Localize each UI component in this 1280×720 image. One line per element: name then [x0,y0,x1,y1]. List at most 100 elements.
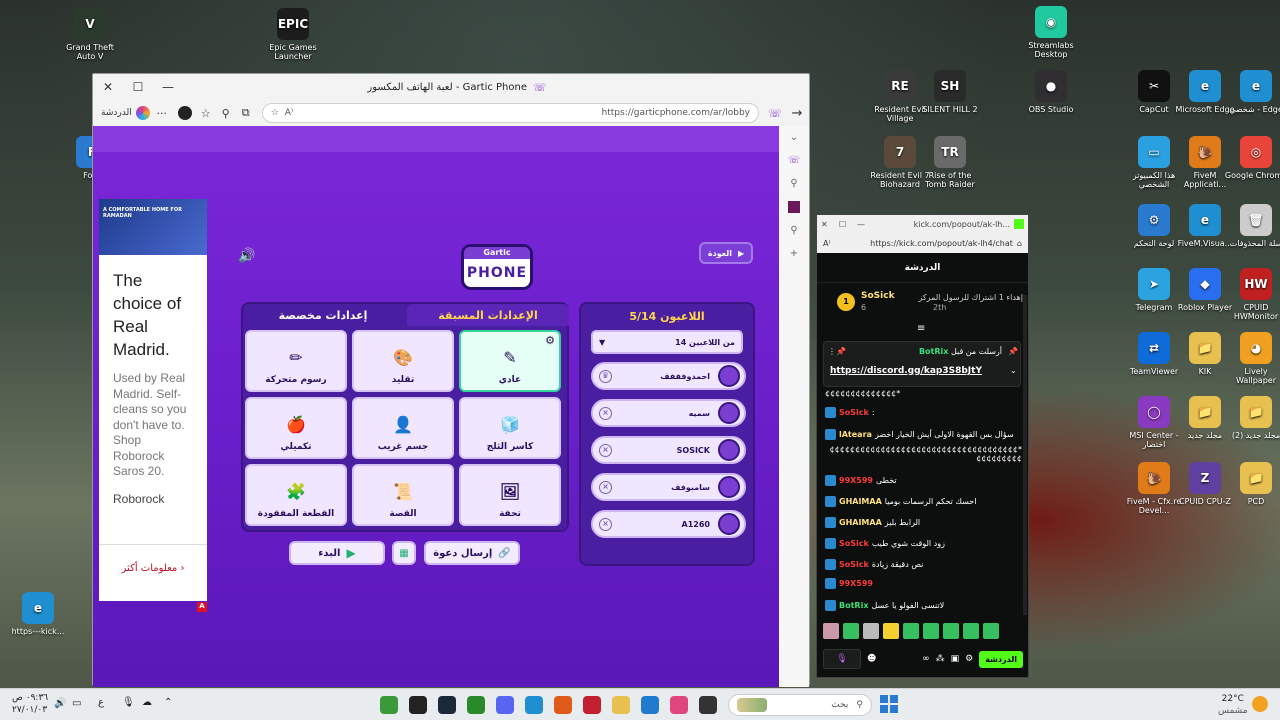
invite-button[interactable]: إرسال دعوة 🔗 [424,541,520,565]
desktop-icon[interactable]: ◉ Streamlabs Desktop [1019,6,1083,59]
network-icon[interactable]: ▭ [72,698,81,709]
kick-player-icon[interactable]: × [599,406,612,420]
sound-icon[interactable]: 🔊 [238,248,255,264]
emote-icon[interactable] [843,623,859,639]
taskbar-app-icon[interactable] [525,696,543,714]
mode-tile[interactable]: 🖼 تحفة [459,464,561,526]
mode-tile[interactable]: ✏ رسوم متحركة [245,330,347,392]
profile-avatar[interactable] [177,106,192,120]
search-sidebar-icon-2[interactable]: ⚲ [790,225,797,236]
windows-start-icon[interactable] [880,695,898,713]
desktop-icon[interactable]: SH SILENT HILL 2 [918,70,982,114]
mode-tile[interactable]: 🎨 تقليد [352,330,454,392]
emote-icon[interactable] [943,623,959,639]
ad-choices-icon[interactable]: A [197,602,207,612]
clock-date[interactable]: ٢٧/٠١/٠٣ [12,704,48,716]
taskbar-app-icon[interactable] [467,696,485,714]
taskbar-app-icon[interactable] [409,696,427,714]
close-window-icon[interactable]: ✕ [821,220,839,229]
emote-icon[interactable] [823,623,839,639]
taskbar-app-icon[interactable] [612,696,630,714]
app-sidebar-icon[interactable] [788,201,800,213]
emote-icon[interactable] [923,623,939,639]
users-icon[interactable]: ⁂ [936,654,945,664]
weather-widget[interactable]: 22°C مشمس [1218,693,1248,717]
kick-url-bar[interactable]: A⁾ https://kick.com/popout/ak-lh4/chat ⌂ [817,233,1028,253]
desktop-icon[interactable]: ◎ Google Chrome [1224,136,1280,180]
add-icon[interactable]: + [790,248,798,259]
search-sidebar-icon[interactable]: ⚲ [790,178,797,189]
desktop-icon[interactable]: e https---kick... [6,592,70,636]
mode-tile[interactable]: 🧩 القطعة المفقودة [245,464,347,526]
desktop-icon[interactable]: HW CPUID HWMonitor [1224,268,1280,321]
desktop-icon[interactable]: ● OBS Studio [1019,70,1083,114]
forward-arrow-icon[interactable]: → [785,106,809,121]
kick-player-icon[interactable]: × [599,517,612,531]
chat-username[interactable]: 99X599 [839,476,873,485]
taskbar-app-icon[interactable] [699,696,717,714]
copilot-icon[interactable] [135,106,150,120]
maximize-window-icon[interactable]: ☐ [839,220,857,229]
favorites-icon[interactable]: ☆ [196,107,216,120]
mode-tile[interactable]: ✎ عادي ⚙ [459,330,561,392]
chat-username[interactable]: SoSick [839,539,869,548]
cloud-icon[interactable]: ☁ [142,697,152,708]
chat-username[interactable]: BotRix [839,601,868,610]
taskbar-app-icon[interactable] [554,696,572,714]
emote-icon[interactable] [863,623,879,639]
close-window-icon[interactable]: ✕ [93,80,123,94]
clock-time[interactable]: ٠٩:٣٦ ص [12,692,48,704]
desktop-icon[interactable]: ◕ Lively Wallpaper [1224,332,1280,385]
ad-headline[interactable]: The choice of Real Madrid. [99,255,207,361]
store-icon[interactable]: ▣ [951,654,960,664]
emote-icon[interactable] [983,623,999,639]
maximize-window-icon[interactable]: ☐ [123,80,153,94]
emoji-icon[interactable]: ☻ [867,654,876,664]
more-icon[interactable]: ⋮ [828,347,836,356]
search-box[interactable]: بحث ⚲ [728,694,872,716]
emote-icon[interactable] [963,623,979,639]
start-button[interactable]: البدء ▶ [289,541,385,565]
emote-icon[interactable] [883,623,899,639]
chat-username[interactable]: GHAIMAA [839,518,882,527]
chevron-up-icon[interactable]: ⌃ [164,697,172,708]
extensions-icon[interactable]: ⚲ [216,107,236,120]
pin-icon[interactable]: 📌 [836,347,846,356]
mode-tile[interactable]: 📜 القصة [352,464,454,526]
tab-custom[interactable]: إعدادات مخصصة [243,304,403,326]
desktop-icon[interactable]: e شخصي - Edge [1224,70,1280,114]
chevron-down-icon[interactable]: ⌄ [790,132,798,143]
read-aloud-icon[interactable]: A⁾ [823,239,830,248]
taskbar-app-icon[interactable] [380,696,398,714]
chat-username[interactable]: GHAIMAA [839,497,882,506]
chat-input-field[interactable]: 🎙 [823,649,861,669]
send-chat-button[interactable]: الدردشة [979,650,1023,668]
desktop-icon[interactable]: EPIC Epic Games Launcher [261,8,325,61]
chat-username[interactable]: SoSick [839,408,869,417]
desktop-icon[interactable]: 📁 PCD [1224,462,1280,506]
gear-icon[interactable]: ⚙ [545,334,555,347]
mode-tile[interactable]: 👤 جسم غريب [352,397,454,459]
back-button[interactable]: العودة ▶ [699,242,753,264]
volume-icon[interactable]: 🔊 [54,698,66,709]
taskbar-app-icon[interactable] [583,696,601,714]
taskbar-app-icon[interactable] [496,696,514,714]
qr-code-button[interactable]: ▦ [392,541,416,565]
pinned-link[interactable]: https://discord.gg/kap3S8bJtY [830,366,982,376]
kick-player-icon[interactable]: × [599,480,612,494]
infinity-icon[interactable]: ∞ [922,654,930,664]
tab-preset[interactable]: الإعدادات المسبقة [407,304,569,326]
taskbar-app-icon[interactable] [670,696,688,714]
chat-username[interactable]: 99X599 [839,579,873,588]
language-indicator[interactable]: ع [98,697,104,708]
kick-player-icon[interactable]: × [599,443,612,457]
chat-username[interactable]: SoSick [839,560,869,569]
more-icon[interactable]: ··· [150,107,174,120]
gartic-sidebar-icon[interactable]: ☏ [788,155,801,166]
taskbar-app-icon[interactable] [641,696,659,714]
chevron-down-icon[interactable]: ⌄ [1010,366,1017,375]
minimize-window-icon[interactable]: — [153,80,183,94]
ad-cta-button[interactable]: معلومات أكثر › [99,544,207,574]
emote-icon[interactable] [903,623,919,639]
desktop-icon[interactable]: V Grand Theft Auto V [58,8,122,61]
